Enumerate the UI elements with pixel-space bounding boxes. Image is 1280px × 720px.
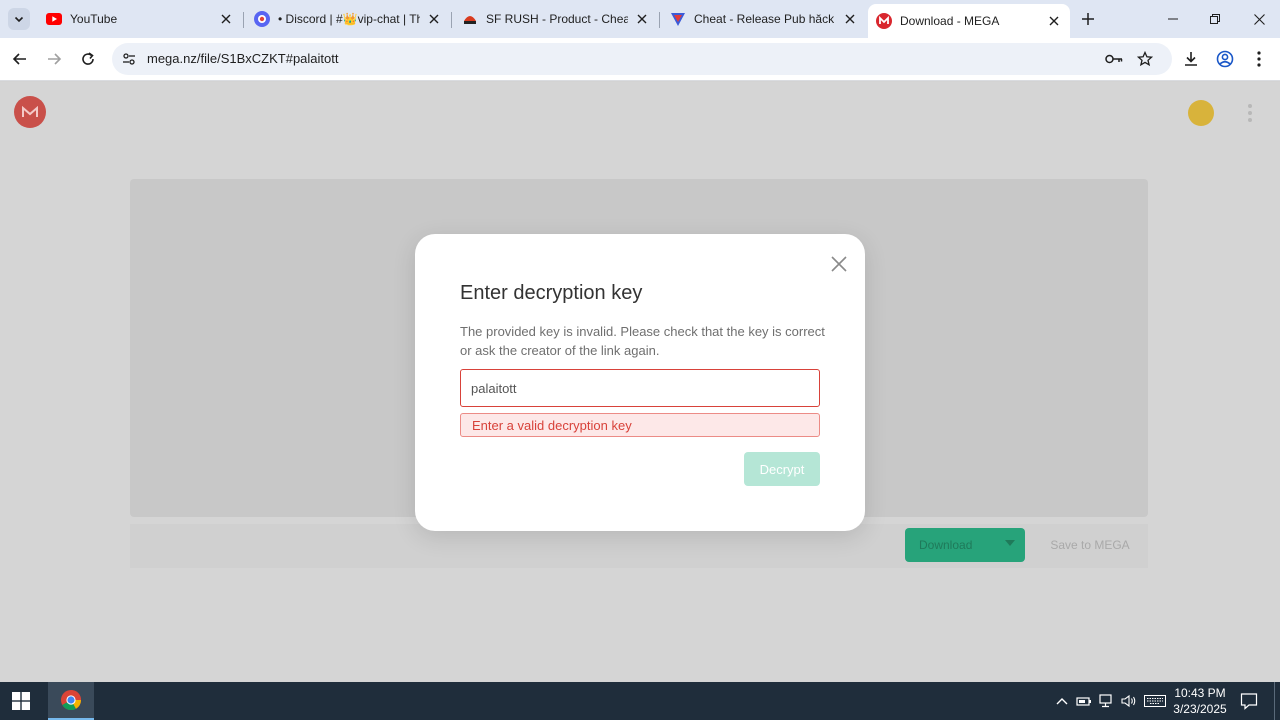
forward-button[interactable] (43, 48, 65, 70)
back-button[interactable] (9, 48, 31, 70)
dialog-title: Enter decryption key (460, 282, 643, 304)
dialog-message: The provided key is invalid. Please chec… (460, 324, 825, 358)
clock-time: 10:43 PM (1174, 686, 1226, 700)
show-desktop-button[interactable] (1274, 682, 1275, 720)
save-to-mega-button[interactable]: Save to MEGA (1040, 528, 1140, 562)
minimize-icon (1168, 18, 1178, 20)
close-icon[interactable] (634, 11, 650, 27)
volume-icon[interactable] (1120, 692, 1138, 710)
profile-button[interactable] (1214, 48, 1236, 70)
release-icon (670, 11, 686, 27)
reload-button[interactable] (77, 48, 99, 70)
mega-logo[interactable] (14, 96, 46, 128)
windows-logo-icon (12, 692, 30, 710)
new-tab-button[interactable] (1078, 9, 1098, 29)
error-message: Enter a valid decryption key (460, 413, 820, 437)
tab-search-button[interactable] (8, 8, 30, 30)
avatar[interactable] (1188, 100, 1214, 126)
arrow-left-icon (12, 53, 26, 65)
keyboard-icon[interactable] (1144, 692, 1166, 710)
browser-toolbar: mega.nz/file/S1BxCZKT#palaitott (0, 38, 1280, 81)
tab-title: SF RUSH - Product - CheatZ (486, 12, 628, 26)
downloads-button[interactable] (1180, 48, 1202, 70)
close-icon[interactable] (218, 11, 234, 27)
tab-cheat-release[interactable]: Cheat - Release Pub hăck v1 (662, 4, 866, 34)
download-icon (1185, 52, 1197, 66)
close-icon[interactable] (842, 11, 858, 27)
tab-title: Cheat - Release Pub hăck v1 (694, 12, 836, 26)
windows-taskbar: 10:43 PM 3/23/2025 (0, 682, 1280, 720)
tab-title: • Discord | #👑vip-chat | Thu (278, 12, 420, 26)
decryption-key-dialog: Enter decryption key The provided key is… (415, 234, 865, 531)
chevron-up-icon (1056, 698, 1068, 705)
decrypt-button[interactable]: Decrypt (744, 452, 820, 486)
taskbar-chrome[interactable] (48, 682, 94, 720)
tab-separator (243, 12, 244, 28)
chrome-menu-button[interactable] (1248, 48, 1270, 70)
taskbar-clock[interactable]: 10:43 PM 3/23/2025 (1170, 685, 1230, 717)
tab-separator (659, 12, 660, 28)
profile-icon (1216, 50, 1234, 68)
tab-strip: YouTube • Discord | #👑vip-chat | Thu SF … (0, 0, 1280, 38)
address-bar[interactable]: mega.nz/file/S1BxCZKT#palaitott (112, 43, 1172, 75)
restore-icon (1210, 14, 1220, 24)
tab-mega-download[interactable]: Download - MEGA (868, 4, 1070, 38)
dialog-close-button[interactable] (829, 254, 849, 274)
plus-icon (1082, 13, 1094, 25)
download-button-label: Download (919, 538, 973, 552)
tab-title: YouTube (70, 12, 118, 26)
window-close-button[interactable] (1248, 8, 1270, 30)
close-icon (831, 256, 847, 272)
battery-icon[interactable] (1075, 692, 1093, 710)
restore-button[interactable] (1204, 8, 1226, 30)
star-icon[interactable] (1136, 50, 1154, 68)
cheatz-icon (462, 11, 478, 27)
chevron-down-icon (1005, 540, 1015, 546)
tab-youtube[interactable]: YouTube (38, 4, 242, 34)
decryption-key-input[interactable] (460, 369, 820, 407)
youtube-icon (46, 11, 62, 27)
tray-overflow-button[interactable] (1053, 692, 1071, 710)
key-icon[interactable] (1105, 50, 1123, 68)
chevron-down-icon (14, 16, 24, 23)
windows-start-button[interactable] (12, 692, 30, 710)
url-text: mega.nz/file/S1BxCZKT#palaitott (147, 51, 339, 66)
tab-title: Download - MEGA (900, 14, 1000, 28)
tab-discord[interactable]: • Discord | #👑vip-chat | Thu (246, 4, 450, 34)
site-info-icon[interactable] (120, 50, 138, 68)
tab-sf-rush[interactable]: SF RUSH - Product - CheatZ (454, 4, 658, 34)
mega-icon (876, 13, 892, 29)
clock-date: 3/23/2025 (1173, 702, 1227, 716)
download-button[interactable]: Download (905, 528, 1025, 562)
reload-icon (82, 52, 94, 65)
mega-logo-icon (22, 106, 38, 117)
close-icon[interactable] (426, 11, 442, 27)
more-vert-icon (1257, 51, 1261, 67)
more-vert-icon[interactable] (1244, 102, 1256, 124)
discord-icon (254, 11, 270, 27)
notification-icon[interactable] (1240, 692, 1258, 710)
close-icon[interactable] (1046, 13, 1062, 29)
chrome-icon (61, 690, 82, 711)
close-icon (1253, 13, 1265, 25)
network-icon[interactable] (1098, 692, 1116, 710)
arrow-right-icon (48, 53, 62, 65)
tab-separator (451, 12, 452, 28)
minimize-button[interactable] (1162, 8, 1184, 30)
